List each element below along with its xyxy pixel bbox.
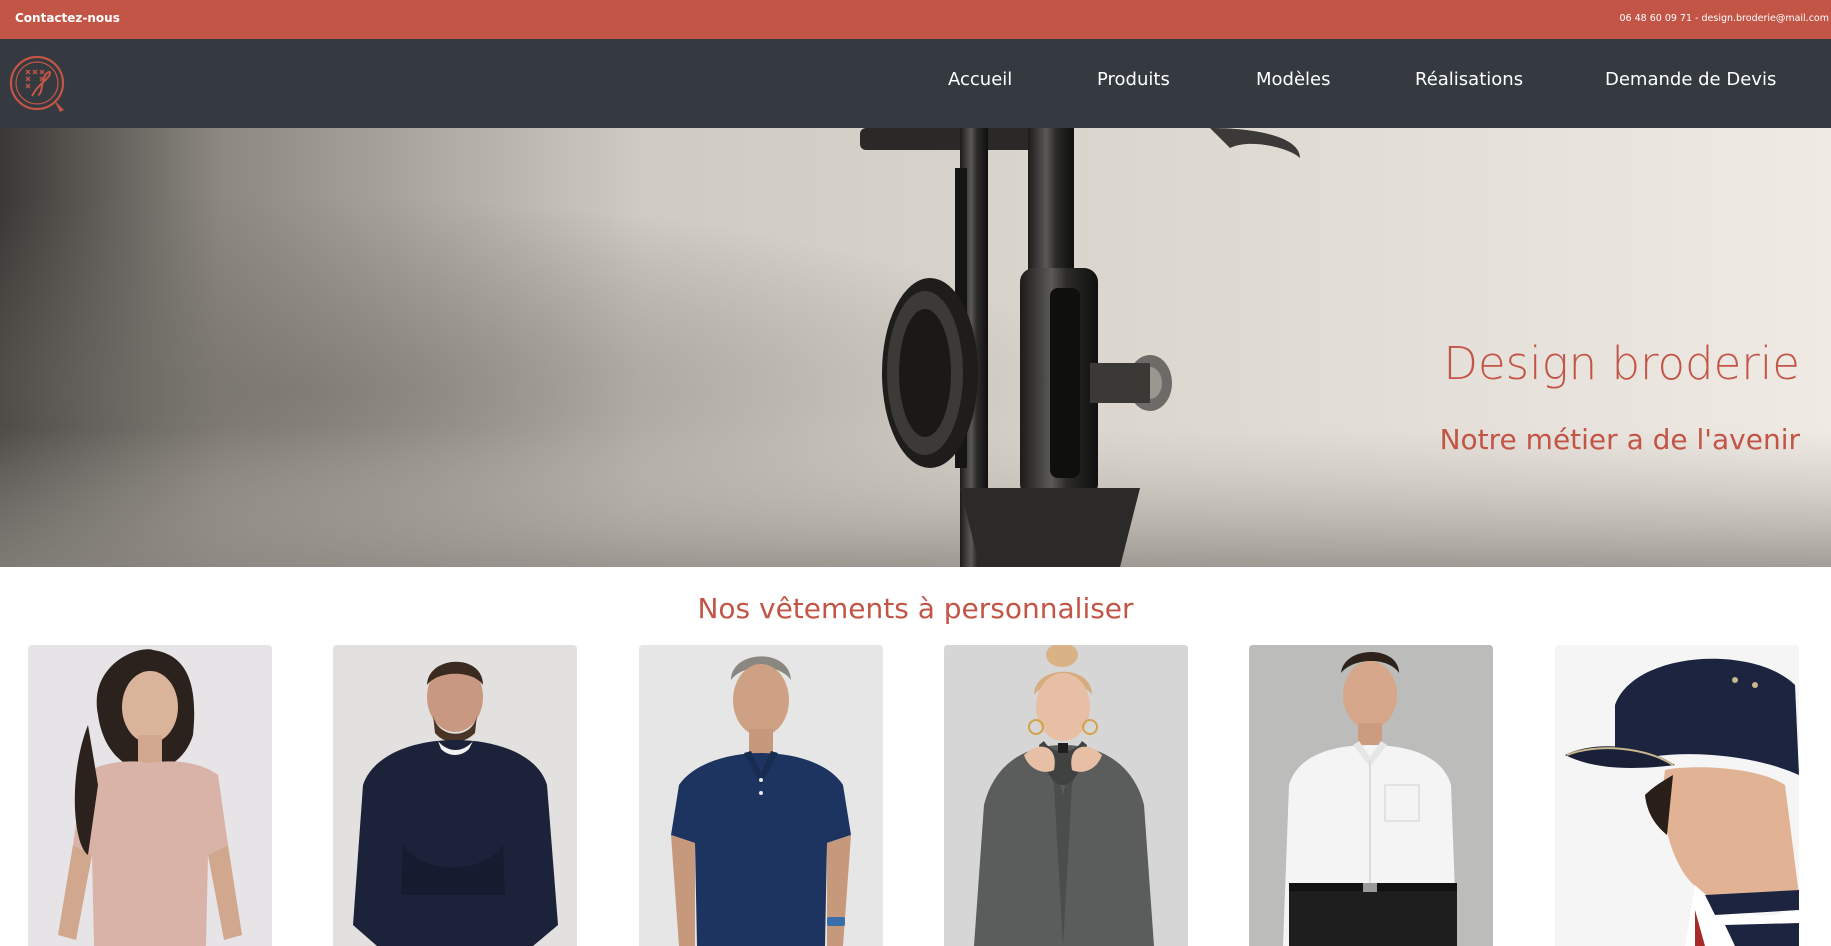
top-contact-bar: Contactez-nous 06 48 60 09 71 - design.b… bbox=[0, 0, 1831, 39]
nav-item-modeles[interactable]: Modèles bbox=[1256, 69, 1331, 91]
product-card-cap[interactable] bbox=[1555, 645, 1799, 946]
contact-info: 06 48 60 09 71 - design.broderie@mail.co… bbox=[1619, 13, 1830, 24]
woman-pink-tshirt-image bbox=[28, 645, 272, 946]
woman-grey-fleece-image bbox=[944, 645, 1188, 946]
product-card-fleece[interactable] bbox=[944, 645, 1188, 946]
nav-item-accueil[interactable]: Accueil bbox=[948, 69, 1012, 91]
navy-cap-image bbox=[1555, 645, 1799, 946]
man-white-shirt-image bbox=[1249, 645, 1493, 946]
product-card-shirt[interactable] bbox=[1249, 645, 1493, 946]
nav-item-produits[interactable]: Produits bbox=[1097, 69, 1170, 91]
logo-icon[interactable] bbox=[8, 54, 70, 116]
main-navbar: Accueil Produits Modèles Réalisations De… bbox=[0, 39, 1831, 128]
product-card-polo[interactable] bbox=[639, 645, 883, 946]
product-card-sweatshirt[interactable] bbox=[333, 645, 577, 946]
hero-subtitle: Notre métier a de l'avenir bbox=[1439, 423, 1800, 456]
man-navy-sweatshirt-image bbox=[333, 645, 577, 946]
nav-item-realisations[interactable]: Réalisations bbox=[1415, 69, 1523, 91]
hero-title: Design broderie bbox=[1443, 337, 1800, 390]
hero-banner: Design broderie Notre métier a de l'aven… bbox=[0, 128, 1831, 567]
man-navy-polo-image bbox=[639, 645, 883, 946]
product-card-tshirt[interactable] bbox=[28, 645, 272, 946]
nav-item-demande-de-devis[interactable]: Demande de Devis bbox=[1605, 69, 1776, 91]
contact-link[interactable]: Contactez-nous bbox=[15, 0, 120, 36]
products-section-title: Nos vêtements à personnaliser bbox=[697, 592, 1134, 625]
